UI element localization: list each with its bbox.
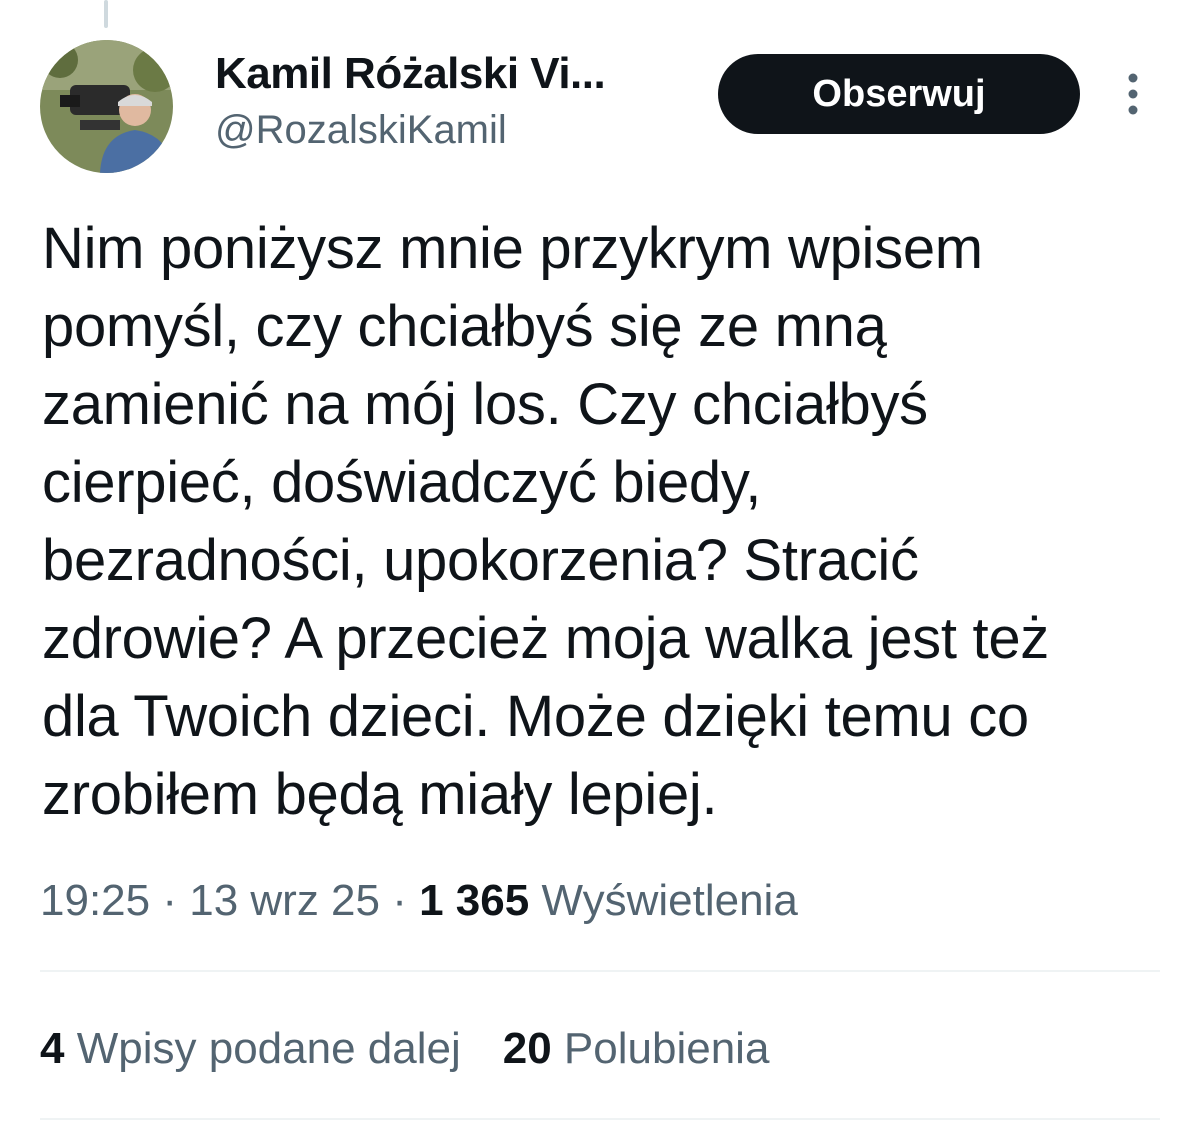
tweet-text-line: pomyśl, czy chciałbyś się ze mną xyxy=(42,294,887,359)
avatar-photo xyxy=(40,40,173,173)
more-vertical-icon[interactable] xyxy=(1118,70,1148,118)
author-display-name[interactable]: Kamil Różalski Vi... xyxy=(215,48,606,100)
tweet-text-line: cierpieć, doświadczyć biedy, xyxy=(42,450,762,515)
reposts-count: 4 xyxy=(40,1024,65,1073)
author-handle[interactable]: @RozalskiKamil xyxy=(215,106,507,154)
meta-separator: · xyxy=(379,876,420,925)
tweet-meta: 19:25 · 13 wrz 25 · 1 365 Wyświetlenia xyxy=(40,874,798,928)
thread-connector-line xyxy=(104,0,108,28)
tweet-text: Nim poniżysz mnie przykrym wpisem pomyśl… xyxy=(42,210,1152,834)
likes-stat[interactable]: 20 Polubienia xyxy=(503,1024,770,1073)
tweet-stats: 4 Wpisy podane dalej 20 Polubienia xyxy=(40,1022,769,1076)
reposts-label: Wpisy podane dalej xyxy=(76,1024,461,1073)
tweet-text-line: dla Twoich dzieci. Może dzięki temu co xyxy=(42,684,1029,749)
meta-separator: · xyxy=(150,876,190,925)
tweet-time[interactable]: 19:25 xyxy=(40,876,150,925)
views-count: 1 365 xyxy=(419,876,530,925)
likes-label: Polubienia xyxy=(563,1024,770,1073)
tweet-text-line: bezradności, upokorzenia? Stracić xyxy=(42,528,919,593)
tweet-text-line: Nim poniżysz mnie przykrym wpisem xyxy=(42,216,983,281)
divider xyxy=(40,970,1160,972)
tweet-text-line: zdrowie? A przecież moja walka jest też xyxy=(42,606,1049,671)
tweet-date[interactable]: 13 wrz 25 xyxy=(189,876,380,925)
likes-count: 20 xyxy=(502,1024,552,1073)
avatar[interactable] xyxy=(40,40,173,173)
follow-button[interactable]: Obserwuj xyxy=(718,54,1080,134)
tweet-text-line: zamienić na mój los. Czy chciałbyś xyxy=(42,372,928,437)
tweet-text-line: zrobiłem będą miały lepiej. xyxy=(42,762,718,827)
divider xyxy=(40,1118,1160,1120)
views-label: Wyświetlenia xyxy=(541,876,798,925)
reposts-stat[interactable]: 4 Wpisy podane dalej xyxy=(40,1024,461,1073)
